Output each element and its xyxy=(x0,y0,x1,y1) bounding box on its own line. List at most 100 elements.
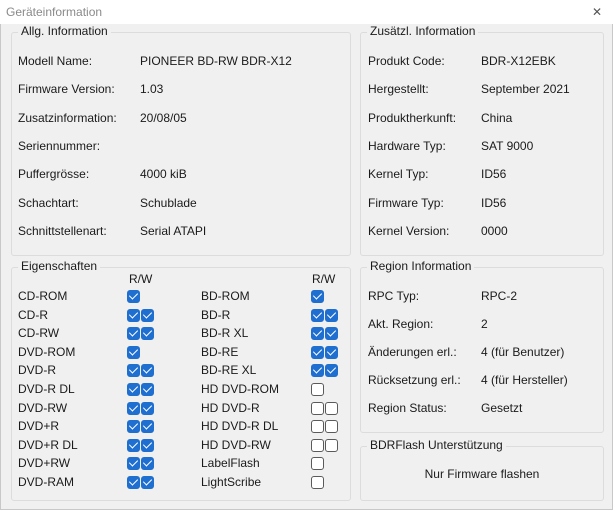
write-checkbox[interactable] xyxy=(141,364,154,378)
additional-info-label: Hergestellt: xyxy=(368,82,429,97)
read-checkbox[interactable] xyxy=(127,420,140,434)
property-dvd-ram-label: DVD-RAM xyxy=(18,475,74,489)
additional-info-label: Kernel Typ: xyxy=(368,167,429,182)
read-checkbox[interactable] xyxy=(127,476,140,489)
property-hd-dvd-rw-checkboxes xyxy=(311,438,338,452)
property-labelflash-label: LabelFlash xyxy=(201,456,260,471)
write-checkbox[interactable] xyxy=(325,364,338,378)
general-info-legend: Allg. Information xyxy=(18,24,111,38)
read-checkbox[interactable] xyxy=(311,308,324,322)
property-hd-dvd-rw-label: HD DVD-RW xyxy=(201,437,271,452)
flash-firmware-option[interactable]: Nur Firmware flashen xyxy=(361,467,603,481)
property-dvd-r-dl-label: DVD-R DL xyxy=(18,382,75,396)
read-checkbox[interactable] xyxy=(311,420,324,434)
read-checkbox[interactable] xyxy=(311,438,324,452)
region-info-value: 4 (für Hersteller) xyxy=(481,373,568,387)
read-checkbox[interactable] xyxy=(127,327,140,341)
read-checkbox[interactable] xyxy=(127,345,140,359)
property-dvd-r-checkboxes xyxy=(127,364,154,378)
property-lightscribe-checkboxes xyxy=(311,476,324,489)
property-dvd-r-dl-checkboxes xyxy=(127,383,154,396)
write-checkbox[interactable] xyxy=(141,401,154,415)
read-checkbox[interactable] xyxy=(311,476,324,489)
write-checkbox[interactable] xyxy=(141,327,154,341)
write-checkbox[interactable] xyxy=(325,345,338,359)
property-dvd-r-dl-checkboxes xyxy=(127,438,154,452)
read-checkbox[interactable] xyxy=(311,364,324,378)
property-hd-dvd-rom-checkboxes xyxy=(311,383,324,396)
properties-legend: Eigenschaften xyxy=(18,259,101,273)
region-info-label: Akt. Region: xyxy=(368,317,434,331)
rw-header-right: R/W xyxy=(312,272,336,286)
additional-info-label: Hardware Typ: xyxy=(368,138,446,153)
close-icon[interactable]: ✕ xyxy=(587,2,607,22)
write-checkbox[interactable] xyxy=(325,327,338,341)
property-hd-dvd-r-label: HD DVD-R xyxy=(201,400,260,415)
general-info-label: Zusatzinformation: xyxy=(18,110,117,125)
bdrflash-group: BDRFlash Unterstützung Nur Firmware flas… xyxy=(360,438,604,501)
read-checkbox[interactable] xyxy=(127,308,140,322)
property-bd-re-checkboxes xyxy=(311,345,338,359)
region-info-group: Region Information RPC Typ: RPC-2 Akt. Reg… xyxy=(360,259,604,433)
property-cd-rom-checkboxes xyxy=(127,290,140,303)
write-checkbox[interactable] xyxy=(325,401,338,415)
additional-info-value: ID56 xyxy=(481,167,507,182)
write-checkbox[interactable] xyxy=(325,420,338,434)
property-bd-re-xl-checkboxes xyxy=(311,364,338,378)
general-info-value: PIONEER BD-RW BDR-X12 xyxy=(140,54,292,68)
property-bd-re-label: BD-RE xyxy=(201,344,239,359)
property-hd-dvd-r-dl-label: HD DVD-R DL xyxy=(201,419,279,434)
write-checkbox[interactable] xyxy=(325,438,338,452)
write-checkbox[interactable] xyxy=(141,457,154,471)
additional-info-value: ID56 xyxy=(481,195,507,210)
read-checkbox[interactable] xyxy=(127,383,140,396)
region-info-value: 2 xyxy=(481,317,488,331)
read-checkbox[interactable] xyxy=(127,457,140,471)
read-checkbox[interactable] xyxy=(127,401,140,415)
write-checkbox[interactable] xyxy=(141,438,154,452)
read-checkbox[interactable] xyxy=(127,438,140,452)
property-dvd-rw-label: DVD+RW xyxy=(18,456,71,471)
region-info-value: Gesetzt xyxy=(481,401,523,415)
property-cd-r-checkboxes xyxy=(127,308,154,322)
read-checkbox[interactable] xyxy=(311,345,324,359)
read-checkbox[interactable] xyxy=(311,327,324,341)
read-checkbox[interactable] xyxy=(311,383,324,396)
write-checkbox[interactable] xyxy=(141,476,154,489)
additional-info-label: Produktherkunft: xyxy=(368,110,457,125)
property-dvd-r-label: DVD-R xyxy=(18,363,56,378)
property-cd-r-label: CD-R xyxy=(18,307,48,322)
region-info-value: 4 (für Benutzer) xyxy=(481,345,565,359)
property-dvd-r-dl-label: DVD+R DL xyxy=(18,437,78,452)
property-hd-dvd-rom-label: HD DVD-ROM xyxy=(201,382,279,396)
region-info-label: Änderungen erl.: xyxy=(368,345,457,359)
read-checkbox[interactable] xyxy=(311,401,324,415)
property-bd-r-xl-label: BD-R XL xyxy=(201,326,249,341)
property-hd-dvd-r-checkboxes xyxy=(311,401,338,415)
general-info-value: 4000 kiB xyxy=(140,167,187,182)
general-info-label: Seriennummer: xyxy=(18,138,101,153)
read-checkbox[interactable] xyxy=(311,290,324,303)
property-dvd-rom-label: DVD-ROM xyxy=(18,344,76,359)
general-info-label: Modell Name: xyxy=(18,54,93,68)
read-checkbox[interactable] xyxy=(127,290,140,303)
property-bd-r-xl-checkboxes xyxy=(311,327,338,341)
additional-info-value: China xyxy=(481,110,513,125)
general-info-value: Schublade xyxy=(140,195,197,210)
write-checkbox[interactable] xyxy=(325,308,338,322)
write-checkbox[interactable] xyxy=(141,308,154,322)
additional-info-value: 0000 xyxy=(481,223,508,238)
property-dvd-rw-checkboxes xyxy=(127,457,154,471)
general-info-label: Schachtart: xyxy=(18,195,79,210)
write-checkbox[interactable] xyxy=(141,383,154,396)
read-checkbox[interactable] xyxy=(311,457,324,471)
write-checkbox[interactable] xyxy=(141,420,154,434)
general-info-value: Serial ATAPI xyxy=(140,223,207,238)
property-cd-rom-label: CD-ROM xyxy=(18,289,68,303)
property-dvd-rom-checkboxes xyxy=(127,345,140,359)
additional-info-group: Zusätzl. Information Produkt Code: BDR-X1… xyxy=(360,24,604,256)
read-checkbox[interactable] xyxy=(127,364,140,378)
property-dvd-rw-checkboxes xyxy=(127,401,154,415)
property-dvd-ram-checkboxes xyxy=(127,476,154,489)
region-info-legend: Region Information xyxy=(367,259,475,273)
